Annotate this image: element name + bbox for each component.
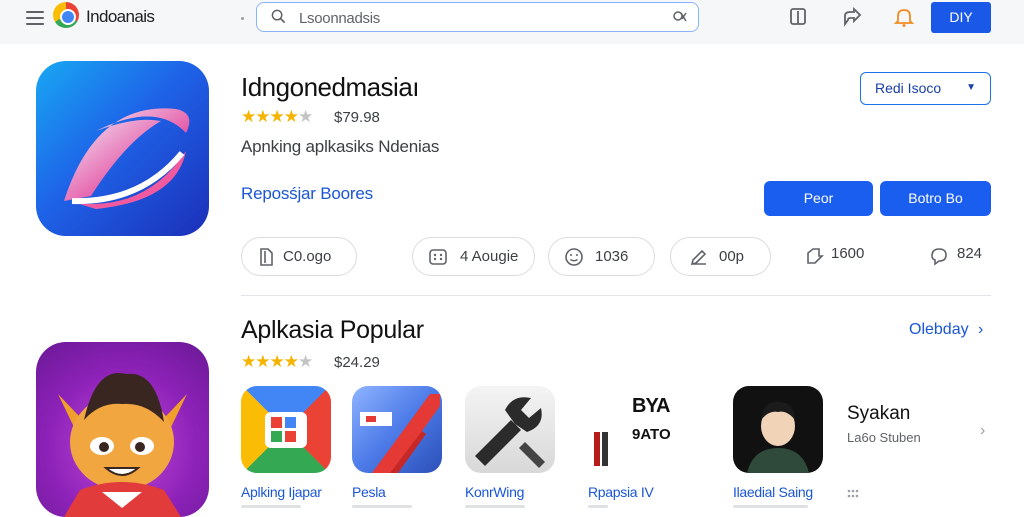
chevron-right-icon[interactable]: › — [980, 422, 985, 440]
star-rating: ★★★★★ — [241, 107, 313, 126]
mini-app-label[interactable]: Aplking Ijapar — [241, 484, 322, 500]
search-input[interactable]: Lsoonnadsis — [299, 10, 380, 27]
mini-app-label[interactable]: Ilaedial Saing — [733, 484, 813, 500]
stat-downloads: 1600 — [831, 245, 865, 262]
stat-reviews: 824 — [957, 245, 983, 262]
placeholder-bar — [588, 505, 608, 508]
mini-app-label[interactable]: Rpapsia IV — [588, 484, 654, 500]
notification-icon[interactable] — [893, 6, 915, 28]
wrench-app-icon[interactable] — [465, 386, 555, 473]
stat-label: C0.ogo — [283, 248, 332, 265]
ticket-app-icon[interactable] — [352, 386, 442, 473]
stat-label: 00p — [719, 248, 745, 265]
app-title: Idngonedmasiaı — [241, 72, 420, 102]
account-button[interactable]: DIY — [931, 2, 991, 33]
more-dots-icon[interactable] — [847, 489, 859, 499]
hamburger-menu-icon[interactable] — [26, 11, 44, 25]
secondary-action-button[interactable]: Botro Bo — [880, 181, 991, 216]
calculator-icon — [429, 249, 447, 265]
stat-label: 1036 — [595, 248, 629, 265]
stat-chip-age[interactable]: 4 Aougie — [412, 237, 535, 276]
face-icon — [565, 248, 583, 266]
developer-link[interactable]: Reposśjar Boores — [241, 184, 373, 204]
brand-name: Indoanais — [86, 7, 155, 26]
pencil-icon — [690, 249, 707, 266]
chevron-right-icon[interactable]: › — [978, 321, 983, 339]
character-app-icon — [36, 342, 209, 517]
brand-logo-icon — [53, 2, 79, 28]
logo-text: BYA — [632, 395, 670, 417]
download-icon — [807, 248, 824, 264]
options-dropdown[interactable]: Redi Isoco ▼ — [860, 72, 991, 105]
separator-dot — [241, 17, 244, 20]
grid-app-icon[interactable] — [241, 386, 331, 473]
app-icon — [36, 61, 209, 236]
logo-subtext: 9ATO — [632, 426, 671, 443]
app-subtitle: Apnking aplkasiks Ndenias — [241, 137, 440, 156]
mini-app-label[interactable]: Pesla — [352, 484, 386, 500]
stat-chip-rating[interactable]: 1036 — [548, 237, 655, 276]
app-price: $79.98 — [334, 109, 380, 126]
section-title: Aplkasia Popular — [241, 316, 424, 344]
placeholder-bar — [465, 505, 525, 508]
search-bar[interactable]: Lsoonnadsis — [256, 2, 699, 32]
mini-app-label[interactable]: KonrWing — [465, 484, 524, 500]
share-icon[interactable] — [841, 6, 863, 28]
placeholder-bar — [352, 505, 412, 508]
top-bar: Indoanais Lsoonnadsis DIY — [0, 0, 1024, 44]
chevron-down-icon: ▼ — [966, 82, 976, 93]
stat-chip-size[interactable]: C0.ogo — [241, 237, 357, 276]
popular-price: $24.29 — [334, 354, 380, 371]
featured-app-subtitle: La6o Stuben — [847, 430, 921, 445]
search-icon — [271, 9, 286, 24]
placeholder-bar — [241, 505, 301, 508]
placeholder-bar — [733, 505, 808, 508]
primary-action-button[interactable]: Peor — [764, 181, 873, 216]
dropdown-label: Redi Isoco — [875, 80, 942, 96]
bookmark-icon[interactable] — [787, 6, 809, 28]
section-divider — [241, 295, 991, 296]
chat-icon — [931, 248, 947, 266]
document-icon — [260, 248, 273, 266]
stat-chip-edit[interactable]: 00p — [670, 237, 771, 276]
see-more-link[interactable]: Olebday — [909, 321, 969, 339]
star-rating: ★★★★★ — [241, 352, 313, 371]
featured-app-title[interactable]: Syakan — [847, 403, 910, 425]
stat-label: 4 Aougie — [460, 248, 519, 265]
logo-app-icon[interactable]: BYA 9ATO — [588, 386, 688, 473]
avatar-app-icon[interactable] — [733, 386, 823, 473]
clear-search-icon[interactable] — [672, 9, 688, 25]
